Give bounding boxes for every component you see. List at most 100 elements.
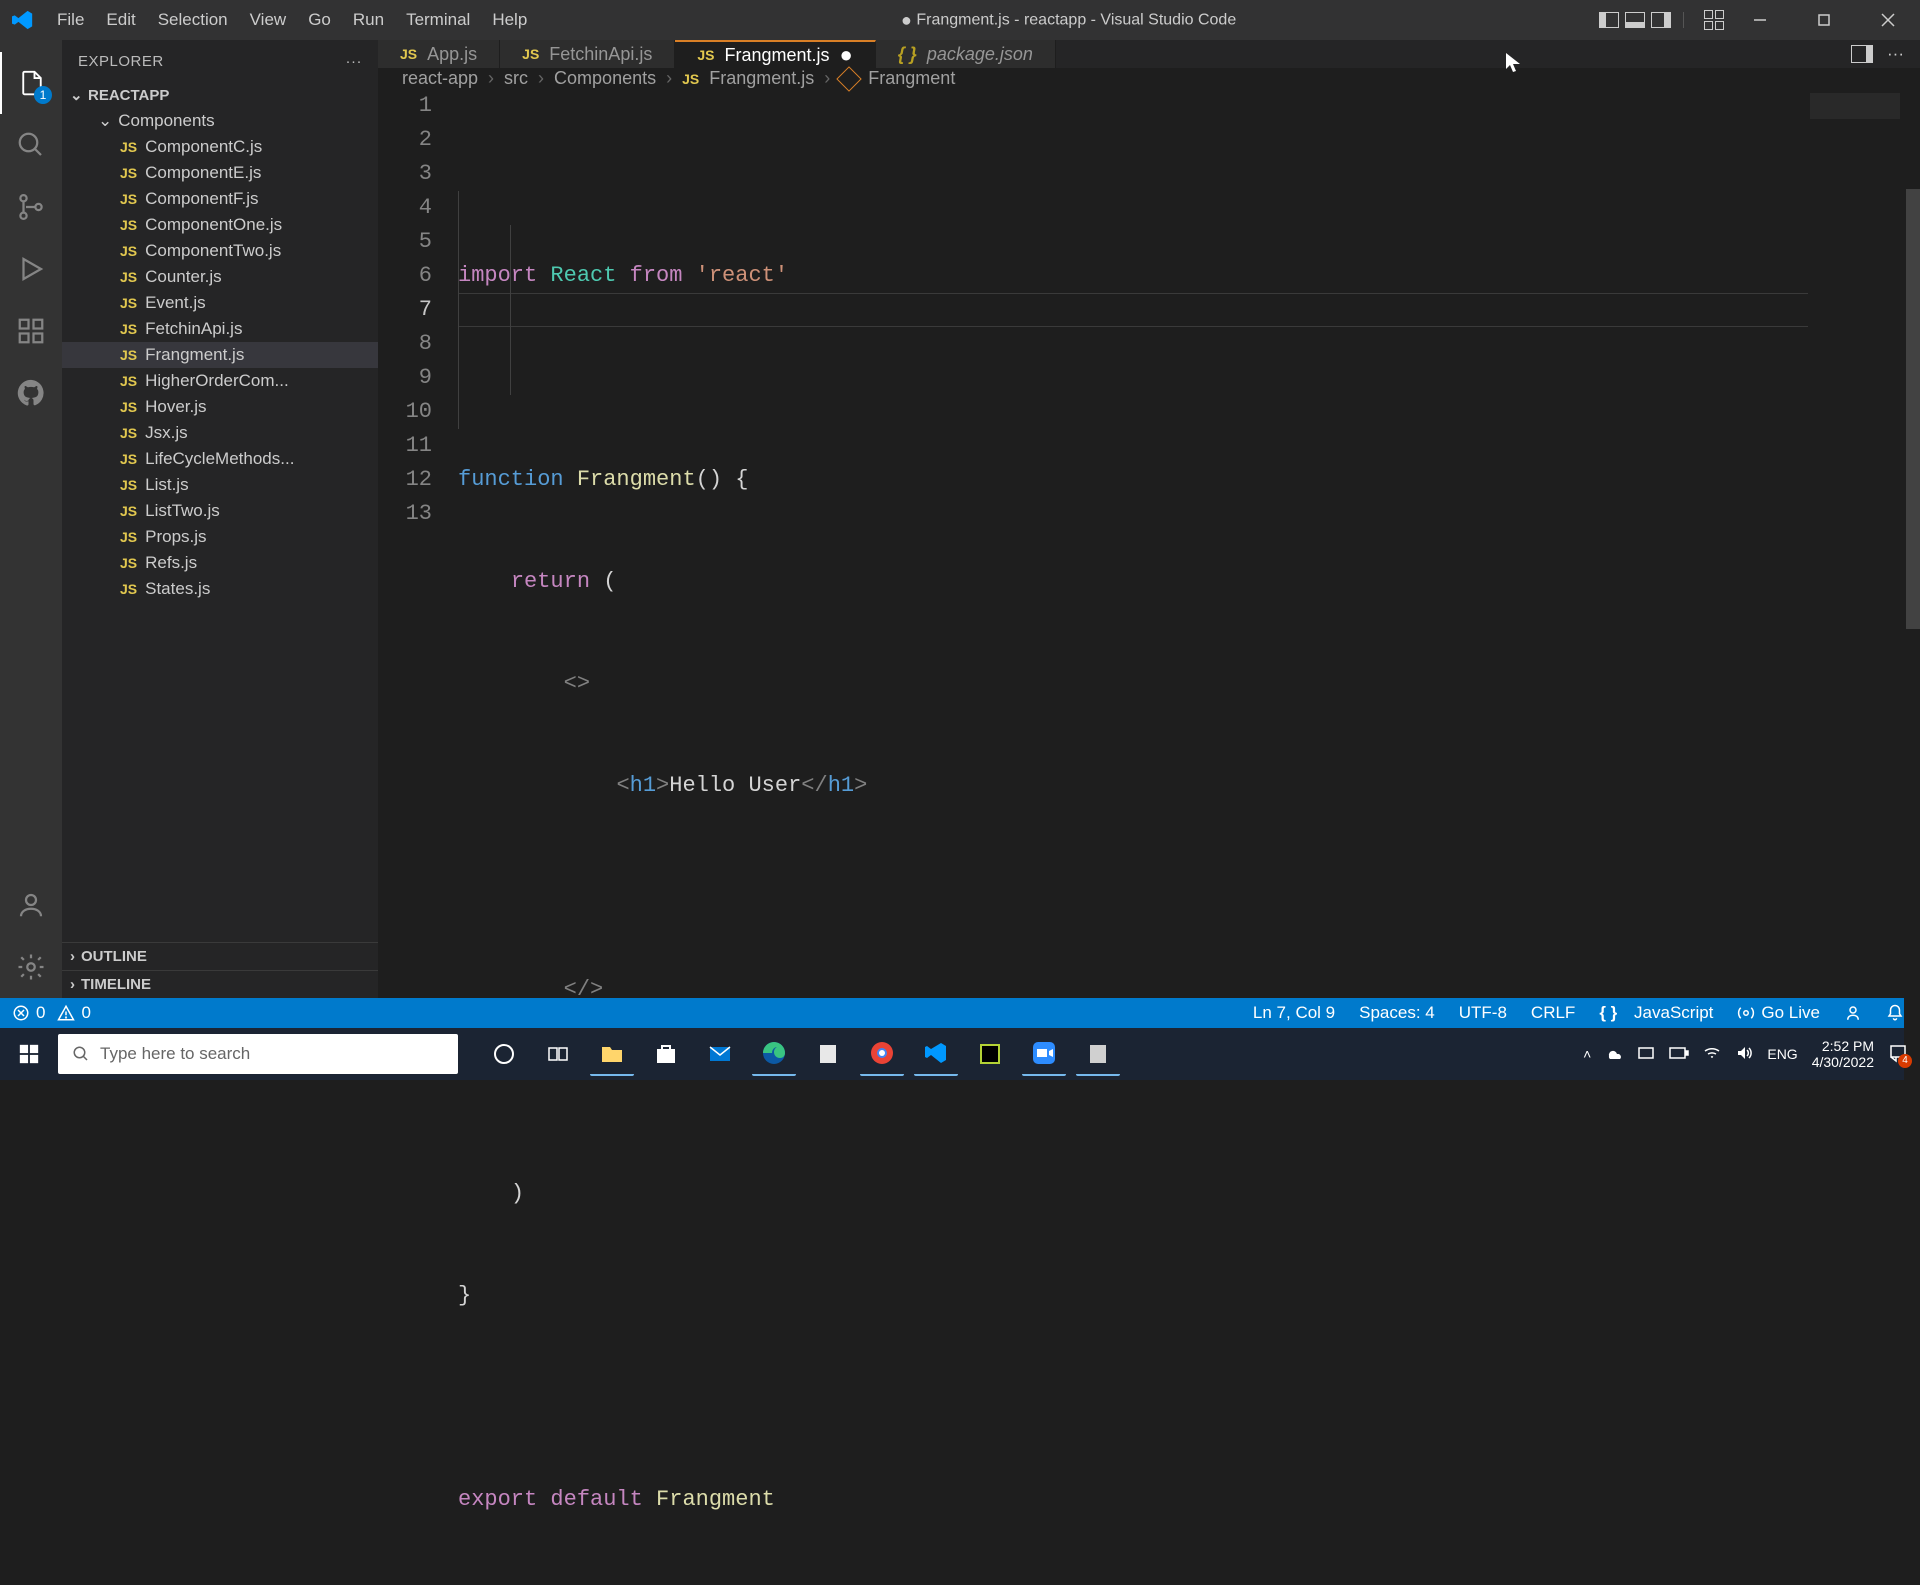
explorer-more-icon[interactable]: ··· [346, 53, 363, 70]
chevron-down-icon: ⌄ [98, 111, 112, 131]
file-row[interactable]: JSJsx.js [62, 420, 378, 446]
file-row[interactable]: JSCounter.js [62, 264, 378, 290]
file-name: Props.js [145, 527, 206, 547]
menu-run[interactable]: Run [342, 10, 395, 30]
activity-accounts[interactable] [0, 874, 62, 936]
menu-help[interactable]: Help [481, 10, 538, 30]
activity-settings[interactable] [0, 936, 62, 998]
code-token: function [458, 467, 564, 492]
file-row[interactable]: JSComponentC.js [62, 134, 378, 160]
window-close[interactable] [1860, 0, 1916, 40]
tab-package[interactable]: { } package.json [876, 40, 1056, 68]
menu-view[interactable]: View [239, 10, 298, 30]
js-icon: JS [120, 295, 137, 311]
file-name: States.js [145, 579, 210, 599]
folder-components[interactable]: ⌄ Components [62, 108, 378, 134]
file-row[interactable]: JSComponentTwo.js [62, 238, 378, 264]
editor-more-icon[interactable]: ··· [1887, 44, 1904, 64]
window-maximize[interactable] [1796, 0, 1852, 40]
code-token: < [616, 773, 629, 798]
file-name: Refs.js [145, 553, 197, 573]
file-name: Jsx.js [145, 423, 188, 443]
js-icon: JS [697, 47, 714, 63]
activity-run-debug[interactable] [0, 238, 62, 300]
breadcrumb-item[interactable]: Frangment [868, 68, 955, 89]
minimap[interactable] [1804, 89, 1904, 1585]
timeline-section[interactable]: › TIMELINE [62, 970, 378, 998]
file-row[interactable]: JSEvent.js [62, 290, 378, 316]
file-row[interactable]: JSFrangment.js [62, 342, 378, 368]
folder-label: Components [118, 111, 214, 131]
toggle-sidebar-left-icon[interactable] [1599, 12, 1619, 28]
breadcrumb-item[interactable]: Components [554, 68, 656, 89]
js-icon: JS [120, 269, 137, 285]
file-row[interactable]: JSRefs.js [62, 550, 378, 576]
status-warnings[interactable]: 0 [57, 1003, 90, 1023]
js-icon: JS [120, 347, 137, 363]
project-section[interactable]: ⌄ REACTAPP [62, 82, 378, 108]
file-row[interactable]: JSListTwo.js [62, 498, 378, 524]
code-token: > [854, 773, 867, 798]
outline-section[interactable]: › OUTLINE [62, 942, 378, 970]
breadcrumb-item[interactable]: Frangment.js [709, 68, 814, 89]
file-row[interactable]: JSHover.js [62, 394, 378, 420]
menu-edit[interactable]: Edit [95, 10, 146, 30]
js-icon: JS [120, 399, 137, 415]
code-token: Frangment [656, 1487, 775, 1512]
menu-terminal[interactable]: Terminal [395, 10, 481, 30]
code-editor[interactable]: 12345678910111213 import React from 'rea… [378, 89, 1920, 1585]
file-row[interactable]: JSComponentOne.js [62, 212, 378, 238]
breadcrumb-item[interactable]: src [504, 68, 528, 89]
file-row[interactable]: JSFetchinApi.js [62, 316, 378, 342]
js-icon: JS [120, 503, 137, 519]
activity-search[interactable] [0, 114, 62, 176]
file-row[interactable]: JSList.js [62, 472, 378, 498]
file-name: FetchinApi.js [145, 319, 242, 339]
dirty-dot-icon[interactable]: ● [840, 42, 853, 68]
file-row[interactable]: JSHigherOrderCom... [62, 368, 378, 394]
status-errors[interactable]: 0 [12, 1003, 45, 1023]
file-row[interactable]: JSLifeCycleMethods... [62, 446, 378, 472]
code-token: Frangment [577, 467, 696, 492]
tab-label: package.json [927, 44, 1033, 65]
split-editor-icon[interactable] [1851, 45, 1873, 63]
menu-go[interactable]: Go [297, 10, 342, 30]
activity-github[interactable] [0, 362, 62, 424]
titlebar-controls [1599, 0, 1920, 40]
code-token: () { [696, 467, 749, 492]
file-name: HigherOrderCom... [145, 371, 289, 391]
js-icon: JS [120, 477, 137, 493]
toggle-panel-icon[interactable] [1625, 12, 1645, 28]
file-row[interactable]: JSComponentF.js [62, 186, 378, 212]
breadcrumb-item[interactable]: react-app [402, 68, 478, 89]
window-minimize[interactable] [1732, 0, 1788, 40]
file-row[interactable]: JSStates.js [62, 576, 378, 602]
customize-layout-icon[interactable] [1704, 10, 1724, 30]
breadcrumbs[interactable]: react-app› src› Components› JSFrangment.… [378, 68, 1920, 89]
json-icon: { } [898, 44, 917, 65]
activity-explorer[interactable]: 1 [0, 52, 62, 114]
notification-badge: 4 [1898, 1054, 1912, 1068]
tab-label: Frangment.js [724, 45, 829, 66]
start-button[interactable] [0, 1028, 58, 1080]
tab-frangment[interactable]: JS Frangment.js ● [675, 40, 875, 68]
activity-extensions[interactable] [0, 300, 62, 362]
code-content[interactable]: import React from 'react' function Frang… [458, 89, 1920, 1585]
explorer-sidebar: EXPLORER ··· ⌄ REACTAPP ⌄ Components JSC… [62, 40, 378, 998]
tray-notifications-icon[interactable]: 4 [1888, 1043, 1908, 1066]
tab-label: App.js [427, 44, 477, 65]
toggle-sidebar-right-icon[interactable] [1651, 12, 1671, 28]
file-row[interactable]: JSComponentE.js [62, 160, 378, 186]
code-token: import [458, 263, 537, 288]
vertical-scrollbar[interactable] [1904, 89, 1920, 1585]
window-title-text: Frangment.js - reactapp - Visual Studio … [916, 11, 1236, 28]
menu-bar: File Edit Selection View Go Run Terminal… [46, 10, 538, 30]
menu-file[interactable]: File [46, 10, 95, 30]
vscode-logo [0, 9, 46, 31]
code-token: h1 [630, 773, 656, 798]
tab-app[interactable]: JSApp.js [378, 40, 500, 68]
file-row[interactable]: JSProps.js [62, 524, 378, 550]
tab-fetchinapi[interactable]: JSFetchinApi.js [500, 40, 675, 68]
activity-source-control[interactable] [0, 176, 62, 238]
menu-selection[interactable]: Selection [147, 10, 239, 30]
